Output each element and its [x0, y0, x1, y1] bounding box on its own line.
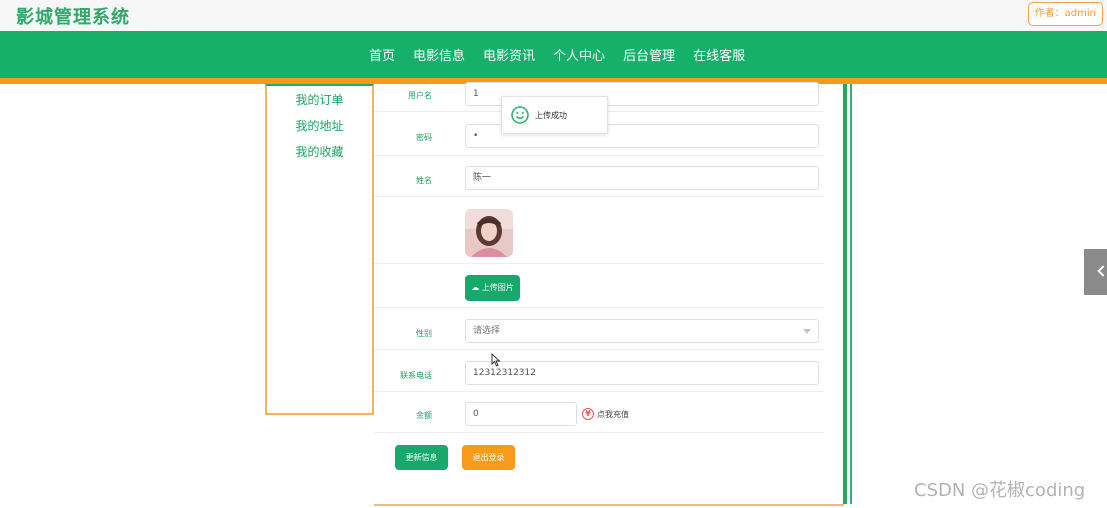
gender-label: 性别: [416, 329, 432, 338]
cloud-upload-icon: ☁: [471, 283, 480, 292]
avatar: [465, 209, 513, 257]
nav-item-customer-service[interactable]: 在线客服: [693, 45, 745, 64]
panel-border: [843, 84, 847, 504]
phone-row: 联系电话 12312312312: [374, 350, 824, 392]
logout-button[interactable]: 退出登录: [462, 445, 515, 470]
panel-border-outer: [850, 84, 852, 504]
upload-image-button[interactable]: ☁ 上传图片: [465, 275, 520, 301]
balance-input[interactable]: 0: [465, 402, 577, 426]
smile-icon: [511, 106, 529, 124]
name-row: 姓名 陈一: [374, 156, 824, 197]
collapse-tab[interactable]: [1084, 249, 1107, 295]
yen-icon: ¥: [582, 408, 594, 420]
profile-form: 用户名 1 密码 • 姓名 陈一 ☁ 上传图片 性别 请选择 联系电话 1231…: [374, 82, 844, 506]
nav-item-movie-news[interactable]: 电影资讯: [483, 45, 535, 64]
username-label: 用户名: [408, 91, 432, 100]
recharge-link[interactable]: ¥ 点我充值: [582, 408, 629, 420]
nav-item-movie-info[interactable]: 电影信息: [413, 45, 465, 64]
name-input[interactable]: 陈一: [465, 166, 819, 190]
site-title: 影城管理系统: [16, 7, 130, 28]
nav-item-personal-center[interactable]: 个人中心: [553, 45, 605, 64]
sidebar-item-orders[interactable]: 我的订单: [267, 87, 372, 113]
password-label: 密码: [416, 133, 432, 142]
main-nav: 首页 电影信息 电影资讯 个人中心 后台管理 在线客服: [0, 31, 1107, 78]
author-badge[interactable]: 作者：admin: [1027, 2, 1103, 26]
avatar-row: [374, 197, 824, 264]
sidebar-item-favorites[interactable]: 我的收藏: [267, 139, 372, 165]
chevron-left-icon: [1097, 265, 1107, 277]
phone-input[interactable]: 12312312312: [465, 361, 819, 385]
watermark: CSDN @花椒coding: [914, 480, 1086, 501]
top-bar: 影城管理系统 作者：admin: [0, 0, 1107, 31]
mouse-cursor-icon: [491, 353, 501, 367]
upload-row: [374, 264, 824, 308]
user-sidebar: 我的订单 我的地址 我的收藏: [265, 84, 374, 415]
gender-select[interactable]: 请选择: [465, 319, 819, 343]
toast-message: 上传成功: [535, 111, 567, 120]
name-label: 姓名: [416, 176, 432, 185]
nav-item-home[interactable]: 首页: [369, 45, 395, 64]
phone-label: 联系电话: [400, 371, 432, 380]
success-toast: 上传成功: [501, 96, 608, 134]
nav-item-admin[interactable]: 后台管理: [623, 45, 675, 64]
balance-label: 余额: [416, 411, 432, 420]
update-info-button[interactable]: 更新信息: [395, 445, 448, 470]
chevron-down-icon: [803, 329, 811, 334]
sidebar-item-addresses[interactable]: 我的地址: [267, 113, 372, 139]
gender-row: 性别 请选择: [374, 308, 824, 350]
